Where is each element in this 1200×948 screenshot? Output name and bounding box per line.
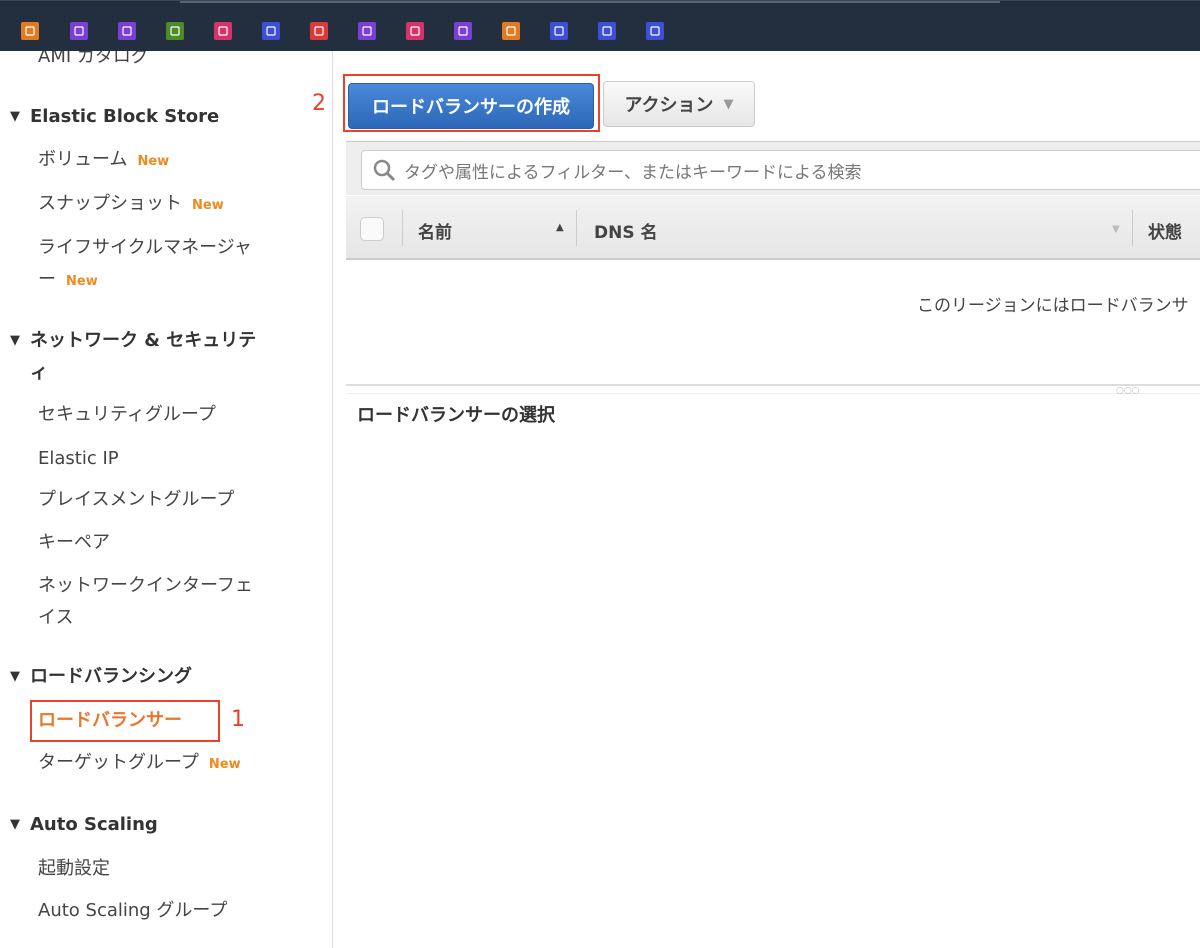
s3-bucket-icon[interactable] [166, 22, 184, 40]
section-ebs[interactable]: ▼ Elastic Block Store [10, 101, 219, 133]
sidebar-item-key-pairs[interactable]: キーペア [38, 527, 278, 559]
sidebar-item-volumes[interactable]: ボリューム New [38, 144, 278, 178]
highlight-box [30, 700, 220, 742]
collapse-triangle-icon: ▼ [10, 333, 20, 348]
collapse-triangle-icon: ▼ [10, 109, 20, 124]
create-load-balancer-button[interactable]: ロードバランサーの作成 [348, 83, 594, 129]
globe-icon[interactable] [454, 22, 472, 40]
cloud-settings-icon[interactable] [406, 22, 424, 40]
table-header: 名前 ▲ DNS 名 ▼ 状態 [346, 196, 1200, 260]
sidebar-item-snapshots[interactable]: スナップショット New [38, 188, 278, 222]
column-divider [402, 210, 403, 246]
collapse-triangle-icon: ▼ [10, 817, 20, 832]
detail-panel-title: ロードバランサーの選択 [357, 405, 555, 426]
select-all-checkbox[interactable] [360, 217, 384, 241]
id-card-icon[interactable] [310, 22, 328, 40]
filter-bar: タグや属性によるフィルター、またはキーワードによる検索 [346, 141, 1200, 195]
new-badge: New [66, 274, 98, 289]
section-auto-scaling[interactable]: ▼ Auto Scaling [10, 809, 158, 841]
ec2-icon[interactable] [21, 22, 39, 40]
section-network-security[interactable]: ▼ ネットワーク & セキュリティ [10, 325, 256, 389]
empty-table-message: このリージョンにはロードバランサ [917, 296, 1189, 316]
actions-dropdown[interactable]: アクション ▼ [603, 81, 755, 127]
sidebar: AMI カタログ ▼ Elastic Block Store ボリューム New ス… [0, 51, 333, 948]
search-icon [373, 159, 396, 182]
step-2-label: 2 [312, 91, 326, 116]
cloud-upload-icon[interactable] [118, 22, 136, 40]
service-shortcut-bar [0, 0, 1200, 51]
new-badge: New [192, 198, 224, 213]
sidebar-item-placement-groups[interactable]: プレイスメントグループ [38, 484, 278, 516]
code-store-icon[interactable] [598, 22, 616, 40]
sidebar-item-elastic-ip[interactable]: Elastic IP [38, 443, 278, 475]
step-1-label: 1 [231, 707, 245, 732]
sidebar-item-target-groups[interactable]: ターゲットグループ New [38, 747, 278, 781]
section-load-balancing[interactable]: ▼ ロードバランシング [10, 661, 192, 693]
sidebar-item-security-groups[interactable]: セキュリティグループ [38, 399, 278, 431]
sort-ascending-icon[interactable]: ▲ [556, 222, 564, 233]
step-functions-icon[interactable] [550, 22, 568, 40]
sidebar-item-lifecycle-manager[interactable]: ライフサイクルマネージャー New [38, 232, 278, 298]
s3-glacier-icon[interactable] [70, 22, 88, 40]
search-input[interactable]: タグや属性によるフィルター、またはキーワードによる検索 [361, 150, 1200, 190]
shield-icon[interactable] [358, 22, 376, 40]
drag-handle-icon[interactable]: ○○○ [1116, 386, 1140, 396]
column-divider [1132, 210, 1133, 246]
resize-handle[interactable]: ○○○ [346, 384, 1200, 396]
column-header-state[interactable]: 状態 [1148, 218, 1182, 243]
sidebar-item-network-interfaces[interactable]: ネットワークインターフェ イス [38, 570, 278, 634]
new-badge: New [208, 757, 241, 772]
column-divider [576, 210, 577, 246]
chevron-down-icon: ▼ [723, 96, 734, 112]
column-header-name[interactable]: 名前 [418, 218, 452, 243]
lambda-icon[interactable] [502, 22, 520, 40]
collapse-triangle-icon: ▼ [10, 669, 20, 684]
sidebar-item-launch-configurations[interactable]: 起動設定 [38, 853, 278, 885]
column-header-dns-name[interactable]: DNS 名 [594, 218, 658, 243]
main-content: 2 ロードバランサーの作成 アクション ▼ タグや属性によるフィルター、またはキー… [312, 51, 1200, 948]
sidebar-item-ami-catalog[interactable]: AMI カタログ [38, 51, 278, 73]
sort-icon[interactable]: ▼ [1112, 224, 1120, 235]
rekognition-icon[interactable] [262, 22, 280, 40]
sidebar-item-auto-scaling-groups[interactable]: Auto Scaling グループ [38, 895, 278, 927]
scrollbar[interactable] [180, 1, 1000, 3]
new-badge: New [137, 154, 170, 169]
mobile-cloud-icon[interactable] [214, 22, 232, 40]
building-icon[interactable] [646, 22, 664, 40]
